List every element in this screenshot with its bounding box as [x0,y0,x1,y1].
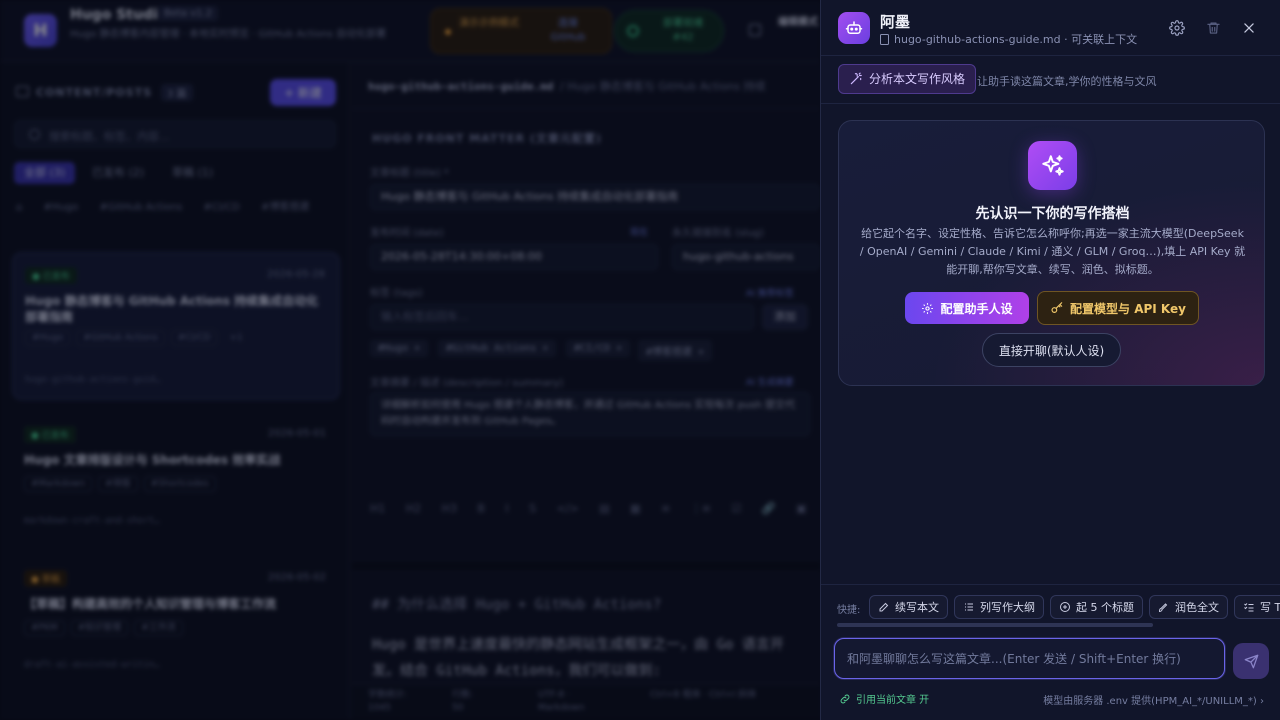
modal-backdrop[interactable] [0,0,820,720]
link-icon [840,694,850,703]
welcome-title: 先认识一下你的写作搭档 [975,206,1130,222]
gear-icon [1169,20,1185,36]
reference-article-label: 引用当前文章 开 [856,695,930,706]
quick-polish-button[interactable]: 润色全文 [1149,595,1228,619]
quick-outline-button[interactable]: 列写作大纲 [954,595,1044,619]
robot-icon [838,12,870,44]
direct-chat-button[interactable]: 直接开聊(默认人设) [982,333,1121,367]
assistant-name: 阿墨 [880,13,911,31]
quick-actions-scrollbar[interactable] [837,623,1153,627]
welcome-description: 给它起个名字、设定性格、告诉它怎么称呼你;再选一家主流大模型(DeepSeek … [859,227,1246,276]
drawer-header: 阿墨 hugo-github-actions-guide.md · 可关联上下文 [821,0,1280,56]
key-icon [1051,302,1063,313]
quick-polish-label: 润色全文 [1175,601,1219,614]
quick-continue-button[interactable]: 续写本文 [869,595,948,619]
chevron-right-icon: › [1260,696,1264,707]
configure-model-button[interactable]: 配置模型与 API Key [1037,291,1199,325]
clear-chat-button[interactable] [1202,17,1224,39]
brush-icon [1158,603,1168,613]
quick-tldr-button[interactable]: 写 TL;DR [1234,595,1280,619]
settings-button[interactable] [1166,17,1188,39]
close-button[interactable] [1238,17,1260,39]
assistant-drawer: 阿墨 hugo-github-actions-guide.md · 可关联上下文… [820,0,1280,720]
welcome-card: 先认识一下你的写作搭档 给它起个名字、设定性格、告诉它怎么称呼你;再选一家主流大… [838,120,1265,386]
send-icon [1244,654,1258,668]
gear-icon [922,302,934,314]
quick-outline-label: 列写作大纲 [980,601,1035,614]
magic-wand-icon [850,72,862,85]
trash-icon [1206,22,1220,34]
configure-persona-button[interactable]: 配置助手人设 [905,292,1029,324]
analyze-style-button[interactable]: 分析本文写作风格 [838,64,977,94]
pen-icon [879,602,889,612]
configure-persona-label: 配置助手人设 [940,301,1013,316]
file-icon [880,33,889,45]
quick-titles-button[interactable]: 起 5 个标题 [1050,595,1143,619]
quick-label: 快捷: [837,605,861,616]
analyze-hint: 让助手读这篇文章,学你的性格与文风 [977,75,1157,88]
quick-tldr-label: 写 TL;DR [1260,601,1280,614]
configure-model-label: 配置模型与 API Key [1070,301,1186,316]
plus-circle-icon [1060,602,1070,612]
quick-continue-label: 续写本文 [895,601,939,614]
checklist-icon [1244,603,1254,612]
quick-titles-label: 起 5 个标题 [1076,601,1134,614]
quick-actions: 快捷: 续写本文 列写作大纲 起 5 个标题 润色全文 写 TL;DR [821,584,1280,636]
reference-article-toggle[interactable]: 引用当前文章 开 [839,691,929,706]
model-source-link[interactable]: 模型由服务器 .env 提供(HPM_AI_*/UNILLM_*) › [1043,692,1264,707]
close-icon [1244,23,1254,33]
context-label: hugo-github-actions-guide.md · 可关联上下文 [894,33,1138,46]
chat-input-wrap [834,638,1225,679]
analyze-style-label: 分析本文写作风格 [869,72,966,86]
send-button[interactable] [1233,643,1269,679]
list-icon [965,603,973,611]
sparkles-icon [1028,141,1077,190]
style-analysis-bar: 分析本文写作风格 让助手读这篇文章,学你的性格与文风 [821,56,1280,104]
quick-action-row: 续写本文 列写作大纲 起 5 个标题 润色全文 写 TL;DR [869,595,1280,621]
chat-input[interactable] [835,639,1224,678]
assistant-context: hugo-github-actions-guide.md · 可关联上下文 [880,31,1137,47]
model-source-label: 模型由服务器 .env 提供(HPM_AI_*/UNILLM_*) [1043,696,1257,707]
